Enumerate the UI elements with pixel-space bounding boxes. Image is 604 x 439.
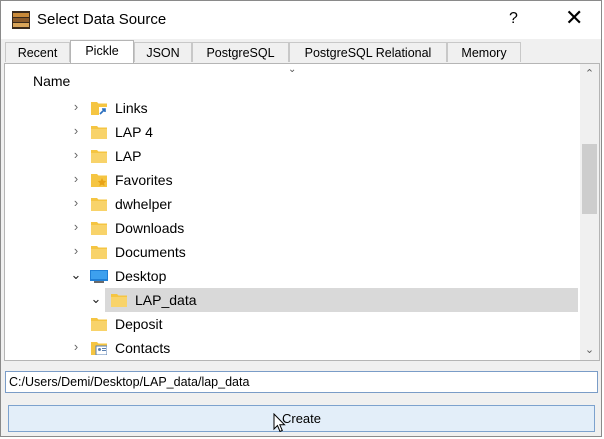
tree-item-label: Downloads (115, 220, 185, 236)
tree-item-links[interactable]: › Links (5, 96, 578, 120)
name-column-label: Name (33, 73, 71, 89)
tree-item-label: LAP (115, 148, 142, 164)
expand-chevron-icon[interactable]: › (69, 100, 83, 114)
folder-icon (91, 222, 107, 235)
tree-item-label: LAP_data (135, 292, 197, 308)
source-tabs: Recent Pickle JSON PostgreSQL PostgreSQL… (5, 40, 601, 63)
tree-item-documents[interactable]: › Documents (5, 240, 578, 264)
tree-item-label: Desktop (115, 268, 167, 284)
tab-json[interactable]: JSON (134, 42, 192, 62)
tab-recent[interactable]: Recent (5, 42, 70, 62)
expand-chevron-icon[interactable]: › (69, 196, 83, 210)
expand-chevron-icon[interactable]: › (69, 172, 83, 186)
tree-item-label: Deposit (115, 316, 163, 332)
collapse-chevron-icon[interactable]: ⌄ (89, 292, 103, 306)
expand-chevron-icon[interactable]: › (69, 220, 83, 234)
folder-icon (91, 126, 107, 139)
tree-item-lap-data-content[interactable]: ⌄ LAP_data (5, 288, 578, 312)
tree-item-label: Favorites (115, 172, 173, 188)
app-icon (12, 11, 30, 29)
close-button[interactable]: ✕ (565, 7, 583, 29)
tab-pickle[interactable]: Pickle (70, 40, 134, 63)
tab-postgresql-relational[interactable]: PostgreSQL Relational (289, 42, 447, 62)
tree-item-downloads[interactable]: › Downloads (5, 216, 578, 240)
tree-item-label: Documents (115, 244, 186, 260)
tree-item-label: LAP 4 (115, 124, 153, 140)
tree-item-label: Contacts (115, 340, 171, 356)
folder-icon (91, 150, 107, 163)
scroll-down-arrow-icon[interactable]: ⌄ (580, 342, 599, 358)
expand-chevron-icon[interactable]: › (69, 124, 83, 138)
tab-postgresql[interactable]: PostgreSQL (192, 42, 289, 62)
expand-chevron-icon[interactable]: › (69, 244, 83, 258)
dialog-title: Select Data Source (37, 11, 167, 28)
tree-item-contacts[interactable]: › Contacts (5, 336, 578, 360)
collapse-chevron-icon[interactable]: ⌄ (69, 268, 83, 282)
sort-indicator-icon: ⌄ (288, 64, 297, 75)
desktop-icon (90, 270, 108, 283)
folder-icon (91, 198, 107, 211)
path-input[interactable] (5, 371, 598, 393)
tab-memory[interactable]: Memory (447, 42, 521, 62)
mouse-cursor-icon (273, 413, 286, 433)
tree-item-dwhelper[interactable]: › dwhelper (5, 192, 578, 216)
help-button[interactable]: ? (509, 10, 518, 28)
tree-item-lap-4[interactable]: › LAP 4 (5, 120, 578, 144)
scroll-up-arrow-icon[interactable]: ⌃ (580, 66, 599, 82)
create-button[interactable]: Create (8, 405, 595, 432)
tree-item-label: Links (115, 100, 148, 116)
tree-item-lap[interactable]: › LAP (5, 144, 578, 168)
title-bar: Select Data Source ? ✕ (1, 1, 601, 39)
column-header[interactable]: Name ⌄ (5, 64, 581, 94)
vertical-scrollbar[interactable]: ⌃ ⌄ (580, 64, 599, 360)
contacts-folder-icon (91, 342, 107, 355)
select-data-source-dialog: Select Data Source ? ✕ Recent Pickle JSO… (0, 0, 602, 437)
links-folder-icon (91, 102, 107, 115)
tree-item-deposit[interactable]: Deposit (5, 312, 578, 336)
folder-icon (111, 294, 127, 307)
tree-item-label: dwhelper (115, 196, 172, 212)
expand-chevron-icon[interactable]: › (69, 148, 83, 162)
file-tree[interactable]: Name ⌄ › Links › LAP 4 › LAP › Favorites… (4, 63, 600, 361)
expand-chevron-icon[interactable]: › (69, 340, 83, 354)
folder-icon (91, 246, 107, 259)
tree-item-favorites[interactable]: › Favorites (5, 168, 578, 192)
favorites-folder-icon (91, 174, 107, 187)
scrollbar-thumb[interactable] (582, 144, 597, 214)
folder-icon (91, 318, 107, 331)
tree-item-desktop[interactable]: ⌄ Desktop (5, 264, 578, 288)
